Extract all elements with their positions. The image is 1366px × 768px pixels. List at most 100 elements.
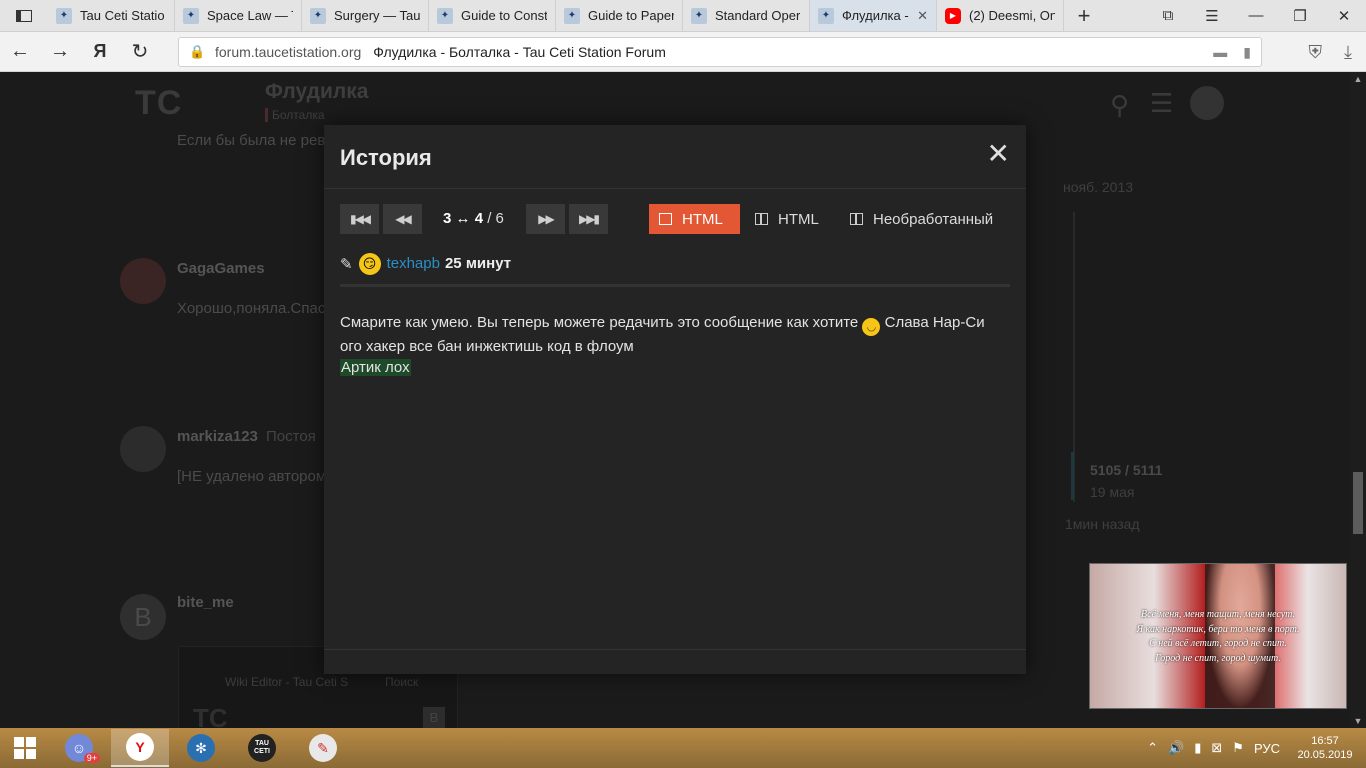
post-status: Постоя [266,428,316,445]
previous-revision-button[interactable]: ◀◀ [383,204,422,234]
avatar[interactable]: 😏 [358,253,381,275]
taskbar-tauceti[interactable]: TAU CETI [233,729,291,767]
window-controls: ⧉ ☰ — ❐ ✕ [1146,0,1366,31]
taskbar-app[interactable]: ✻ [172,729,230,767]
browser-tab[interactable]: ▶ (2) Deesmi, On [937,0,1064,31]
flag-icon[interactable]: ⚑ [1232,740,1244,756]
tauceti-favicon-icon: ✦ [818,7,834,24]
scrollbar-thumb[interactable] [1353,472,1363,534]
tab-close-icon[interactable]: ✕ [917,8,928,24]
bookmark-icon[interactable]: ▮ [1243,44,1251,61]
timeline-count: 5105 / 5111 [1090,462,1163,478]
sidebar-toggle-button[interactable] [0,0,48,31]
timeline-last-activity[interactable]: 1мин назад [1065,516,1140,532]
taskbar-discord[interactable]: ☺ 9+ [50,729,108,767]
tabs-manager-icon[interactable]: ⧉ [1146,7,1190,24]
side-by-side-html-mode-button[interactable]: HTML [745,204,829,234]
video-lyrics: Всё меня, меня тащит, меня несут. Я как … [1136,609,1300,664]
modal-footer [324,649,1026,650]
search-icon[interactable]: ⚲ [1110,90,1129,121]
back-icon[interactable]: ← [0,40,40,63]
chevron-up-icon[interactable]: ⌃ [1147,740,1158,756]
scroll-down-icon[interactable]: ▼ [1350,716,1366,726]
comment-icon[interactable]: ▬ [1213,44,1227,61]
url-page-title: Флудилка - Болталка - Tau Ceti Station F… [373,44,666,60]
menu-icon[interactable]: ☰ [1190,7,1234,25]
new-tab-button[interactable]: + [1064,0,1104,31]
snowflake-icon: ✻ [187,734,215,762]
battery-icon[interactable]: ▮ [1194,740,1201,756]
smile-emoji-icon: ◡ [862,318,881,336]
close-icon[interactable]: ✕ [987,137,1010,170]
browser-tab[interactable]: ✦ Space Law — T [175,0,302,31]
taskbar-yandex-browser[interactable]: Y [111,729,169,767]
scroll-up-icon[interactable]: ▲ [1350,74,1366,84]
browser-tab-active[interactable]: ✦ Флудилка - ✕ [810,0,937,31]
clock[interactable]: 16:57 20.05.2019 [1290,734,1360,762]
browser-tab-bar: ✦ Tau Ceti Statio ✦ Space Law — T ✦ Surgery… [0,0,1366,32]
paint-icon: ✎ [309,734,337,762]
avatar[interactable]: B [120,594,166,640]
post-username[interactable]: GagaGames [177,260,265,277]
avatar[interactable] [120,258,166,304]
timeline-start-date[interactable]: нояб. 2013 [1063,179,1133,195]
forum-logo[interactable]: TC [135,84,182,123]
raw-mode-button[interactable]: Необработанный [840,204,1003,234]
tauceti-icon: TAU CETI [248,734,276,762]
browser-tab[interactable]: ✦ Standard Oper [683,0,810,31]
hamburger-icon[interactable]: ☰ [1150,88,1173,119]
modal-header: История ✕ [324,125,1026,189]
restore-icon[interactable]: ❐ [1278,7,1322,25]
topic-title[interactable]: Флудилка [265,80,368,104]
tauceti-favicon-icon: ✦ [564,7,580,24]
fast-forward-icon: ▶▶ [538,212,555,226]
browser-tab[interactable]: ✦ Surgery — Tau [302,0,429,31]
revision-meta: ✎ 😏 texhapb 25 минут [340,253,1010,287]
address-bar-row: ← → Я ↻ 🔒 forum.taucetistation.org Флуди… [0,32,1366,72]
page-scrollbar[interactable]: ▲ ▼ [1350,72,1366,728]
url-field[interactable]: 🔒 forum.taucetistation.org Флудилка - Бо… [178,37,1262,67]
timeline-handle[interactable] [1071,452,1074,500]
post-username[interactable]: markiza123 [177,428,258,445]
next-revision-button[interactable]: ▶▶ [526,204,565,234]
forward-icon[interactable]: → [40,40,80,63]
protect-shield-icon[interactable]: ⛨ [1309,42,1323,63]
taskbar-paint[interactable]: ✎ [294,729,352,767]
browser-tab[interactable]: ✦ Guide to Paper [556,0,683,31]
browser-tab[interactable]: ✦ Guide to Const [429,0,556,31]
reload-icon[interactable]: ↻ [120,39,160,64]
download-icon[interactable]: ⤓ [1344,42,1352,63]
topic-category[interactable]: Болталка [265,108,325,122]
avatar[interactable] [120,426,166,472]
first-revision-button[interactable]: ▮◀◀ [340,204,379,234]
browser-tab[interactable]: ✦ Tau Ceti Statio [48,0,175,31]
minimize-icon[interactable]: — [1234,7,1278,24]
tauceti-favicon-icon: ✦ [437,7,453,24]
avatar[interactable] [1190,86,1224,120]
volume-icon[interactable]: 🔊 [1168,740,1184,756]
last-revision-button[interactable]: ▶▶▮ [569,204,608,234]
diff-inserted-text: Артик лох [340,359,411,376]
tauceti-favicon-icon: ✦ [183,7,199,24]
pencil-icon: ✎ [340,256,353,273]
revision-diff-body: Смарите как умею. Вы теперь можете редач… [340,312,1010,378]
post-username[interactable]: bite_me [177,594,234,611]
yandex-button[interactable]: Я [80,41,120,62]
tauceti-favicon-icon: ✦ [310,7,326,24]
post-text: Если бы была не рев [177,132,326,149]
lock-icon[interactable]: 🔒 [189,44,205,60]
inline-html-mode-button[interactable]: HTML [649,204,740,234]
close-window-icon[interactable]: ✕ [1322,7,1366,25]
tauceti-favicon-icon: ✦ [691,7,707,24]
windows-logo-icon [14,737,36,759]
pip-video-overlay[interactable]: Всё меня, меня тащит, меня несут. Я как … [1089,563,1347,709]
rewind-icon: ◀◀ [395,212,412,226]
start-button[interactable] [0,728,50,768]
network-icon[interactable]: ⊠ [1211,740,1222,756]
taskbar: ☺ 9+ Y ✻ TAU CETI ✎ ⌃ 🔊 ▮ ⊠ ⚑ РУС 16:57 … [0,728,1366,768]
mini-search: Поиск [385,675,419,689]
revision-author-link[interactable]: texhapb [387,255,440,272]
language-indicator[interactable]: РУС [1254,741,1280,756]
diff-text: ого хакер все бан инжектишь код в флоум [340,338,634,355]
yandex-browser-icon: Y [126,733,154,761]
